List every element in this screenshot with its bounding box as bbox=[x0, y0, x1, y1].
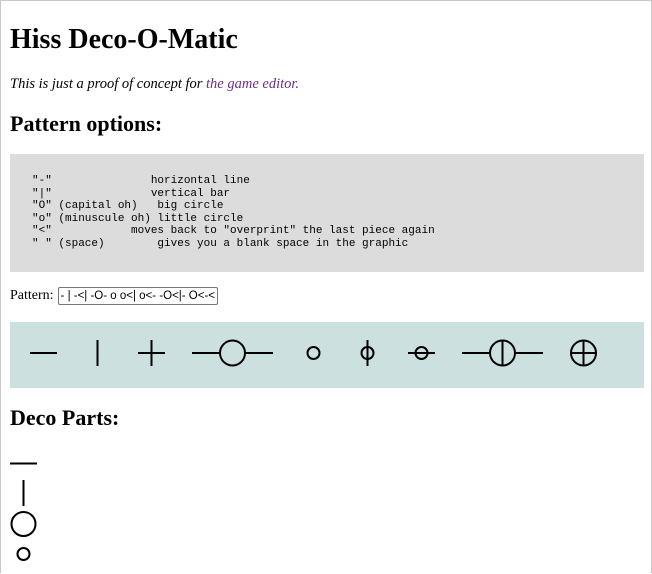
option-line: "|" vertical bar bbox=[32, 187, 231, 200]
pattern-little-circle bbox=[306, 346, 321, 360]
pattern-big-circle bbox=[219, 339, 246, 367]
pattern-options-heading: Pattern options: bbox=[10, 111, 163, 136]
option-line: "O" (capital oh) big circle bbox=[32, 200, 224, 212]
page-title: Hiss Deco-O-Matic bbox=[10, 24, 238, 55]
option-line: "<" moves back to "overprint" the last p… bbox=[32, 225, 435, 237]
intro-text: This is just a proof of concept for the … bbox=[10, 76, 299, 93]
little-circle-part bbox=[16, 547, 31, 561]
pattern-input[interactable] bbox=[57, 287, 218, 305]
pattern-label: Pattern: bbox=[10, 288, 54, 303]
pattern-preview-graphic bbox=[30, 339, 597, 367]
pattern-row: Pattern: bbox=[10, 287, 218, 305]
option-line: "o" (minuscule oh) little circle bbox=[32, 212, 244, 225]
pattern-preview bbox=[10, 322, 644, 388]
option-line: "-" horizontal line bbox=[32, 175, 250, 187]
deco-parts-graphic bbox=[10, 462, 37, 561]
option-line: " " (space) gives you a blank space in t… bbox=[32, 237, 409, 250]
deco-parts-heading: Deco Parts: bbox=[10, 405, 120, 430]
game-editor-link[interactable]: the game editor. bbox=[206, 76, 299, 92]
intro-prefix: This is just a proof of concept for bbox=[10, 76, 207, 92]
pattern-options-list: "-" horizontal line "|" vertical bar "O"… bbox=[10, 154, 644, 272]
big-circle-part bbox=[10, 511, 37, 537]
